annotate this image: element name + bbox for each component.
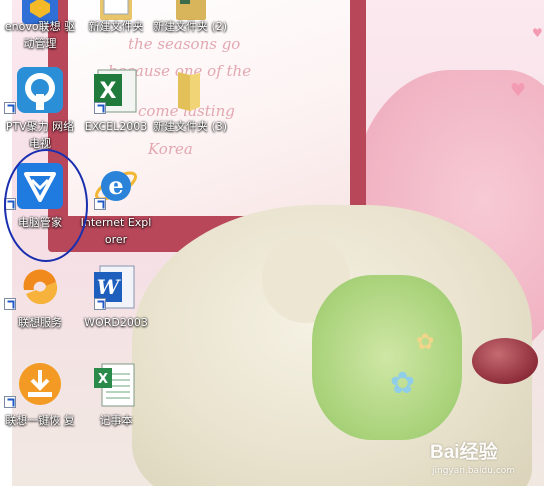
desktop-icon-label: PTV聚力 网络电视: [5, 120, 75, 150]
flower-decoration-icon: ✿: [416, 330, 435, 355]
wallpaper-bear-nose: [472, 338, 538, 384]
desktop-icon-label: WORD2003: [84, 316, 148, 329]
svg-text:X: X: [98, 372, 108, 387]
shortcut-arrow-icon: [4, 102, 16, 114]
desktop-icon-word[interactable]: W WORD2003: [78, 262, 154, 332]
desktop-icon-excel[interactable]: X EXCEL2003: [78, 66, 154, 136]
heart-decoration-icon: ♥: [532, 26, 543, 40]
desktop-icon-label: 新建文件夹: [88, 20, 144, 33]
desktop-icon-new-folder-3[interactable]: 新建文件夹 (3): [152, 66, 228, 152]
lenovo-service-icon: [23, 269, 58, 305]
svg-text:X: X: [100, 79, 117, 104]
desktop-icon-label: 新建文件夹 (2): [152, 20, 228, 33]
shortcut-arrow-icon: [4, 396, 16, 408]
watermark-url: jingyan.baidu.com: [432, 466, 516, 476]
desktop-icon-lenovo-service[interactable]: 联想服务: [2, 262, 78, 332]
wallpaper-green-scarf: [312, 275, 462, 440]
desktop-icon-notepad[interactable]: X 记事本: [78, 360, 154, 430]
desktop-icon-label: 联想一键恢 复: [5, 414, 75, 427]
svg-text:W: W: [97, 275, 122, 299]
desktop-icon-new-folder[interactable]: 新建文件夹: [78, 0, 154, 40]
desktop-icon-label: EXCEL2003: [84, 120, 148, 133]
desktop-icon-new-folder-2[interactable]: 新建文件夹 (2): [152, 0, 228, 50]
svg-text:e: e: [108, 171, 123, 200]
desktop-icon-label: enovo联想 驱动管理: [4, 20, 76, 50]
annotation-circle: [4, 149, 88, 262]
folder-icon: [178, 72, 200, 111]
shortcut-arrow-icon: [94, 198, 106, 210]
desktop-icon-label: Internet Explorer: [80, 216, 152, 246]
desktop-icon-internet-explorer[interactable]: e Internet Explorer: [78, 162, 154, 250]
shortcut-arrow-icon: [4, 298, 16, 310]
pptv-icon: [17, 67, 63, 113]
desktop-icon-label: 新建文件夹 (3): [152, 120, 228, 133]
desktop-icon-lenovo-driver[interactable]: enovo联想 驱动管理: [2, 0, 78, 50]
flower-decoration-icon: ✿: [390, 366, 416, 401]
watermark-brand: Bai经验: [430, 442, 498, 463]
baidu-watermark: Bai经验 jingyan.baidu.com: [430, 437, 515, 476]
shortcut-arrow-icon: [94, 298, 106, 310]
heart-decoration-icon: ♥: [510, 80, 527, 101]
desktop-icon-label: 联想服务: [18, 316, 62, 329]
desktop-icon-label: 记事本: [99, 414, 133, 427]
desktop-icon-pptv[interactable]: PTV聚力 网络电视: [2, 66, 78, 152]
shortcut-arrow-icon: [94, 102, 106, 114]
notepad-icon: X: [94, 363, 135, 407]
lenovo-onekey-recovery-icon: [19, 363, 61, 405]
desktop-icon-lenovo-onekey-recovery[interactable]: 联想一键恢 复: [2, 360, 78, 446]
